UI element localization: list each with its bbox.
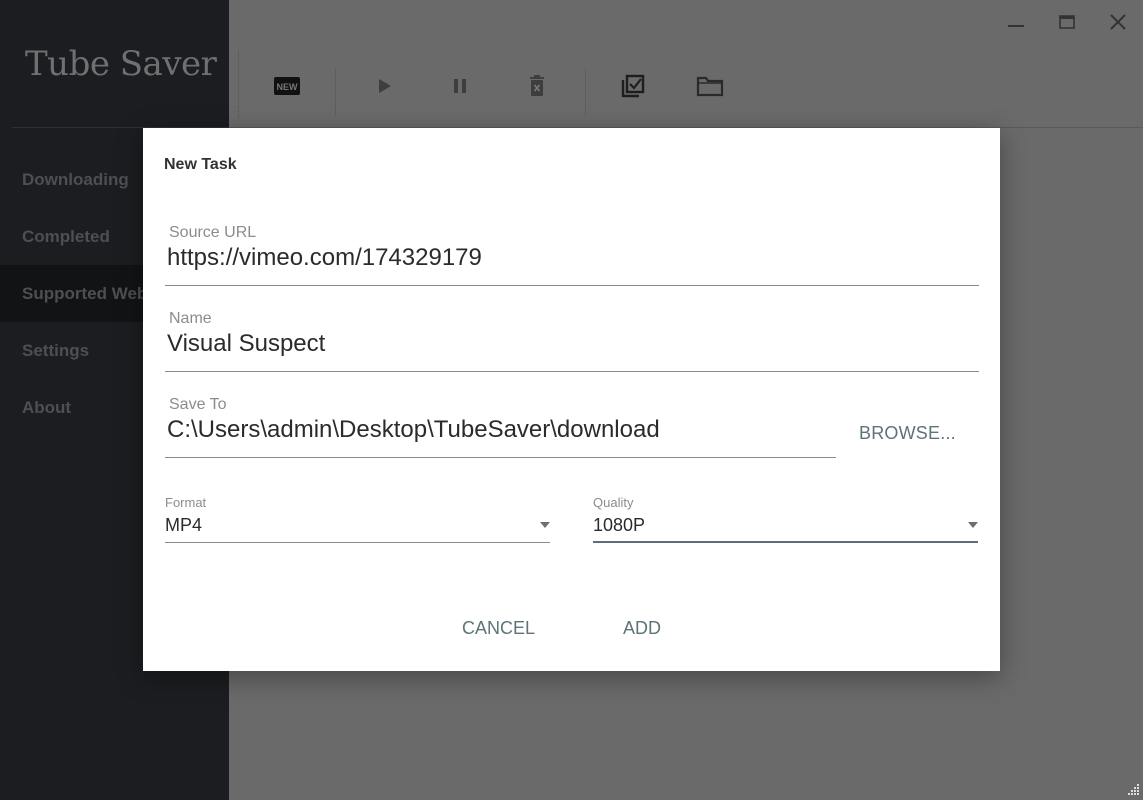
close-button[interactable] [1092,0,1143,44]
dialog-title: New Task [164,156,237,173]
save-to-input[interactable]: C:\Users\admin\Desktop\TubeSaver\downloa… [167,416,660,444]
select-all-icon [621,74,645,98]
format-select[interactable]: Format MP4 [165,495,550,543]
name-input[interactable]: Visual Suspect [167,330,325,358]
new-task-button[interactable]: NEW [267,60,307,112]
source-url-underline [165,285,979,286]
toolbar-separator [335,68,336,116]
quality-label: Quality [593,495,634,510]
toolbar: NEW [229,60,749,116]
source-url-input[interactable]: https://vimeo.com/174329179 [167,244,482,272]
new-task-dialog: New Task Source URL https://vimeo.com/17… [143,128,1000,671]
quality-value: 1080P [593,515,646,535]
start-button[interactable] [364,60,404,112]
name-underline [165,371,979,372]
resize-grip-icon[interactable] [1125,782,1141,798]
source-url-field[interactable]: Source URL https://vimeo.com/174329179 [165,224,979,286]
save-to-field[interactable]: Save To C:\Users\admin\Desktop\TubeSaver… [165,396,836,458]
format-label: Format [165,495,207,510]
name-field[interactable]: Name Visual Suspect [165,310,979,372]
app-title: Tube Saver [25,44,217,84]
source-url-label: Source URL [169,224,257,241]
close-icon [1109,14,1126,30]
add-button[interactable]: ADD [623,618,661,639]
folder-icon [696,76,724,97]
new-icon: NEW [274,77,300,95]
svg-text:NEW: NEW [277,82,299,92]
name-label: Name [169,310,212,327]
dropdown-arrow-icon[interactable] [540,522,550,528]
play-icon [379,79,391,93]
browse-button[interactable]: BROWSE... [859,423,956,444]
maximize-icon [1058,15,1075,29]
maximize-button[interactable] [1041,0,1092,44]
save-to-label: Save To [169,396,227,413]
save-to-underline [165,457,836,458]
window-controls [990,0,1143,44]
quality-underline [593,541,978,543]
format-value: MP4 [165,515,203,535]
delete-icon [530,75,544,96]
toolbar-separator [585,68,586,116]
pause-icon [454,79,466,93]
select-all-button[interactable] [613,60,653,112]
minimize-button[interactable] [990,0,1041,44]
delete-button[interactable] [517,60,557,112]
format-underline [165,542,550,543]
quality-select[interactable]: Quality 1080P [593,495,978,543]
pause-button[interactable] [440,60,480,112]
cancel-button[interactable]: CANCEL [462,618,535,639]
open-folder-button[interactable] [690,60,730,112]
dropdown-arrow-icon[interactable] [968,522,978,528]
minimize-icon [1007,25,1024,27]
